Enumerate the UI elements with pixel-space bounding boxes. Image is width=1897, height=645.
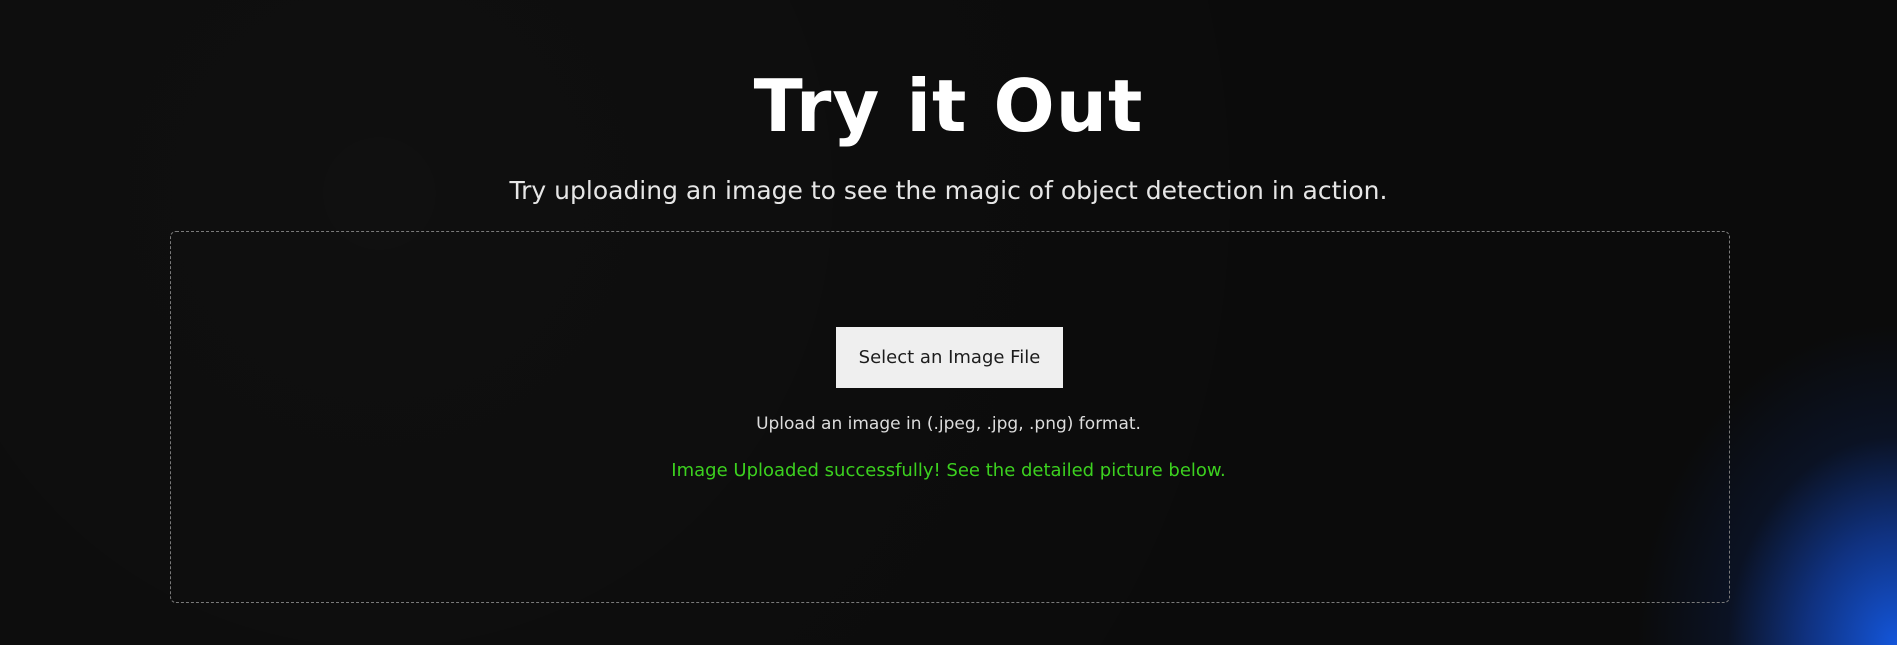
section-subtitle: Try uploading an image to see the magic … bbox=[509, 176, 1388, 205]
upload-format-hint: Upload an image in (.jpeg, .jpg, .png) f… bbox=[756, 414, 1141, 434]
try-it-out-section: Try it Out Try uploading an image to see… bbox=[0, 0, 1897, 645]
select-image-file-button[interactable]: Select an Image File bbox=[836, 327, 1063, 388]
section-title: Try it Out bbox=[753, 64, 1144, 148]
upload-success-message: Image Uploaded successfully! See the det… bbox=[671, 460, 1226, 481]
